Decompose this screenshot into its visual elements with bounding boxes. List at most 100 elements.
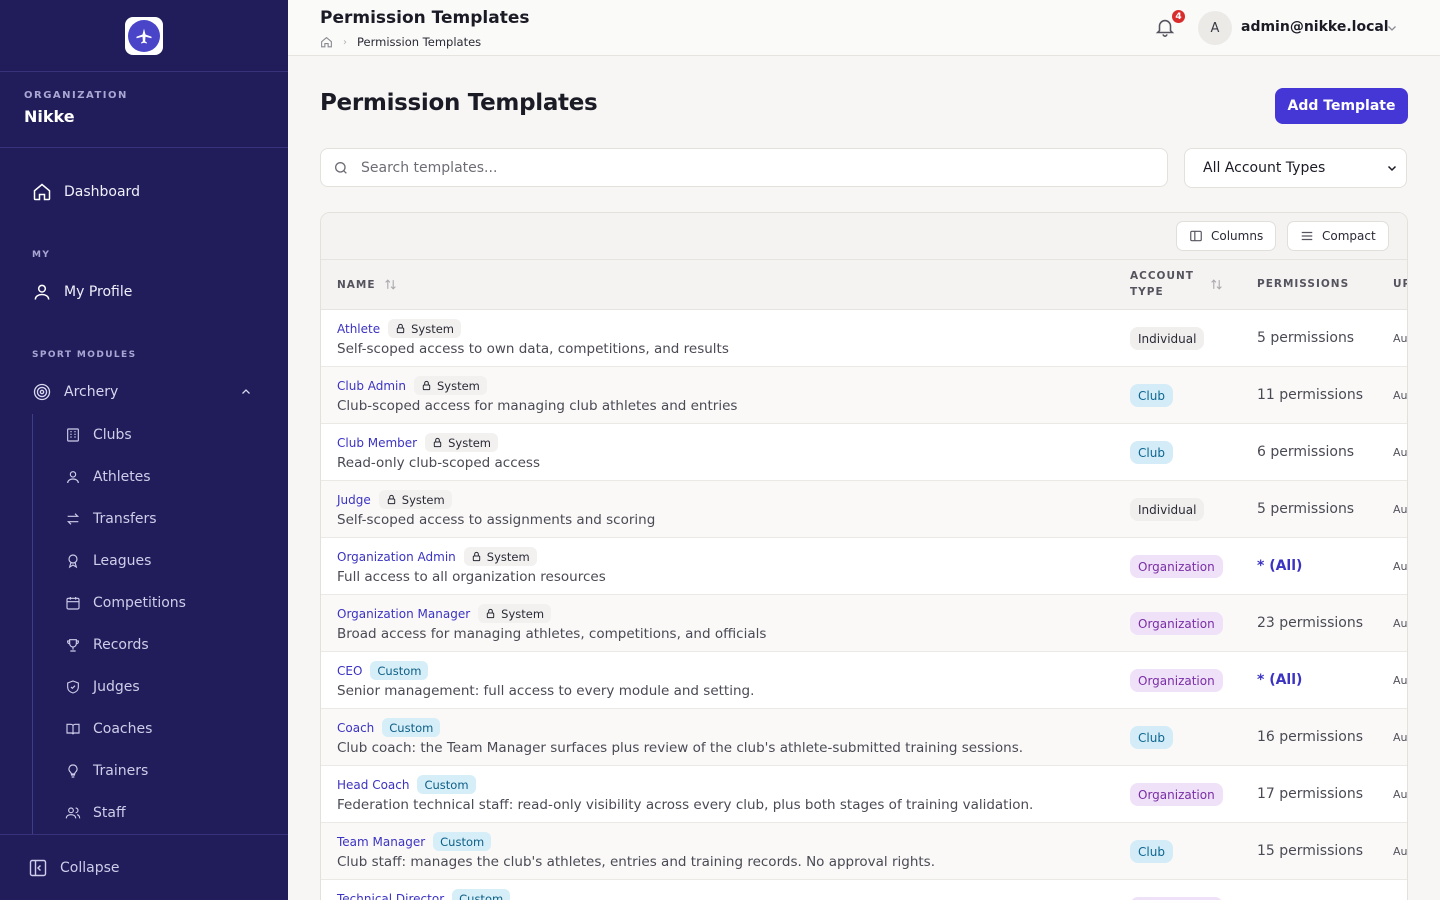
table-row[interactable]: Club Member System Read-only club-scoped a… bbox=[321, 424, 1407, 481]
search-input[interactable] bbox=[361, 159, 1061, 176]
template-name-link[interactable]: Technical Director bbox=[337, 892, 444, 900]
transfer-arrows-icon bbox=[65, 511, 81, 527]
template-name-link[interactable]: Club Member bbox=[337, 436, 417, 450]
sidebar-item-label: Competitions bbox=[93, 595, 186, 611]
sidebar-item-dashboard[interactable]: Dashboard bbox=[0, 170, 288, 214]
template-name-link[interactable]: Athlete bbox=[337, 322, 380, 336]
template-name-link[interactable]: Team Manager bbox=[337, 835, 425, 849]
sidebar-item-label: Dashboard bbox=[64, 184, 140, 200]
updated-cell: Au bbox=[1393, 617, 1408, 630]
account-type-filter[interactable]: All Account Types bbox=[1184, 148, 1407, 188]
chevron-down-icon[interactable] bbox=[1386, 22, 1398, 34]
plane-icon bbox=[136, 28, 152, 43]
sidebar-item-label: Clubs bbox=[93, 427, 132, 443]
compact-button[interactable]: Compact bbox=[1287, 221, 1389, 251]
sidebar-item-my-profile[interactable]: My Profile bbox=[0, 270, 288, 314]
table-row[interactable]: Technical DirectorCustomOrganization bbox=[321, 880, 1407, 900]
column-header-name[interactable]: NAME bbox=[337, 278, 397, 291]
columns-label: Columns bbox=[1211, 229, 1264, 243]
sidebar-item-label: My Profile bbox=[64, 284, 133, 300]
collapse-sidebar-button[interactable]: Collapse bbox=[0, 834, 288, 900]
sidebar-item-coaches[interactable]: Coaches bbox=[33, 708, 288, 750]
sidebar-item-trainers[interactable]: Trainers bbox=[33, 750, 288, 792]
permissions-count: 16 permissions bbox=[1257, 729, 1364, 745]
add-template-button[interactable]: Add Template bbox=[1275, 88, 1408, 124]
sidebar-item-label: Athletes bbox=[93, 469, 151, 485]
updated-cell: Au bbox=[1393, 674, 1408, 687]
sidebar-item-archery[interactable]: Archery bbox=[0, 370, 288, 414]
table-row[interactable]: Judge System Self-scoped access to assignm… bbox=[321, 481, 1407, 538]
template-description: Self-scoped access to assignments and sc… bbox=[337, 512, 656, 528]
column-header-label: UP bbox=[1393, 278, 1407, 290]
template-name-link[interactable]: Head Coach bbox=[337, 778, 409, 792]
templates-table: Columns Compact NAME ACCOUNT TYPE PERMIS… bbox=[320, 212, 1408, 900]
column-header-account-type[interactable]: ACCOUNT TYPE bbox=[1130, 268, 1194, 300]
table-row[interactable]: Athlete System Self-scoped access to own d… bbox=[321, 310, 1407, 367]
compact-label: Compact bbox=[1322, 229, 1376, 243]
table-row[interactable]: Coach Custom Club coach: the Team Manager … bbox=[321, 709, 1407, 766]
template-kind-badge: Custom bbox=[452, 889, 511, 900]
permissions-count: * (All) bbox=[1257, 672, 1303, 688]
template-description: Full access to all organization resource… bbox=[337, 569, 606, 585]
breadcrumb: › Permission Templates bbox=[320, 35, 481, 49]
template-name-link[interactable]: Club Admin bbox=[337, 379, 406, 393]
breadcrumb-current: Permission Templates bbox=[357, 35, 482, 49]
column-header-label: ACCOUNT bbox=[1130, 270, 1194, 282]
template-name-link[interactable]: Coach bbox=[337, 721, 374, 735]
template-name-cell: Organization Admin System bbox=[337, 547, 537, 566]
table-row[interactable]: Team Manager Custom Club staff: manages th… bbox=[321, 823, 1407, 880]
template-kind-label: Custom bbox=[424, 777, 469, 792]
template-name-link[interactable]: Organization Admin bbox=[337, 550, 456, 564]
sidebar-item-leagues[interactable]: Leagues bbox=[33, 540, 288, 582]
search-icon bbox=[333, 160, 349, 176]
sidebar-item-athletes[interactable]: Athletes bbox=[33, 456, 288, 498]
sidebar-item-transfers[interactable]: Transfers bbox=[33, 498, 288, 540]
user-email[interactable]: admin@nikke.local bbox=[1241, 19, 1389, 35]
sidebar-item-staff[interactable]: Staff bbox=[33, 792, 288, 834]
template-kind-badge: System bbox=[414, 376, 487, 395]
column-header-updated[interactable]: UP bbox=[1393, 278, 1407, 290]
sidebar-item-label: Coaches bbox=[93, 721, 153, 737]
template-kind-badge: Custom bbox=[417, 775, 476, 794]
building-icon bbox=[65, 427, 81, 443]
template-name-cell: Club Admin System bbox=[337, 376, 487, 395]
table-row[interactable]: CEO Custom Senior management: full access … bbox=[321, 652, 1407, 709]
account-type-badge: Organization bbox=[1130, 669, 1223, 692]
sort-icon[interactable] bbox=[1210, 278, 1223, 291]
columns-button[interactable]: Columns bbox=[1176, 221, 1277, 251]
template-kind-label: Custom bbox=[377, 663, 422, 678]
app-logo[interactable] bbox=[125, 16, 163, 55]
template-name-cell: CEO Custom bbox=[337, 661, 429, 680]
home-icon[interactable] bbox=[320, 36, 333, 49]
organization-block: ORGANIZATION Nikke bbox=[0, 72, 288, 148]
template-kind-label: System bbox=[448, 435, 491, 450]
template-description: Senior management: full access to every … bbox=[337, 683, 755, 699]
topbar-title: Permission Templates bbox=[320, 8, 530, 28]
avatar[interactable]: A bbox=[1198, 11, 1232, 45]
table-row[interactable]: Organization Manager System Broad access f… bbox=[321, 595, 1407, 652]
award-icon bbox=[65, 553, 81, 569]
trophy-icon bbox=[65, 637, 81, 653]
user-icon bbox=[32, 282, 52, 302]
template-name-link[interactable]: CEO bbox=[337, 664, 362, 678]
column-header-permissions[interactable]: PERMISSIONS bbox=[1257, 278, 1349, 290]
template-description: Broad access for managing athletes, comp… bbox=[337, 626, 767, 642]
permissions-count: 6 permissions bbox=[1257, 444, 1355, 460]
sidebar-item-label: Trainers bbox=[93, 763, 149, 779]
lock-icon bbox=[386, 494, 402, 505]
target-icon bbox=[32, 382, 52, 402]
table-row[interactable]: Organization Admin System Full access to a… bbox=[321, 538, 1407, 595]
template-name-link[interactable]: Judge bbox=[337, 493, 371, 507]
notification-badge: 4 bbox=[1170, 8, 1187, 25]
sidebar-item-label: Records bbox=[93, 637, 149, 653]
template-name-link[interactable]: Organization Manager bbox=[337, 607, 470, 621]
account-type-badge: Club bbox=[1130, 726, 1173, 749]
sidebar-item-judges[interactable]: Judges bbox=[33, 666, 288, 708]
table-row[interactable]: Club Admin System Club-scoped access for m… bbox=[321, 367, 1407, 424]
table-row[interactable]: Head Coach Custom Federation technical sta… bbox=[321, 766, 1407, 823]
sidebar-item-clubs[interactable]: Clubs bbox=[33, 414, 288, 456]
sidebar-item-competitions[interactable]: Competitions bbox=[33, 582, 288, 624]
updated-cell: Au bbox=[1393, 389, 1408, 402]
sidebar-item-records[interactable]: Records bbox=[33, 624, 288, 666]
sidebar-collapse-icon bbox=[28, 858, 48, 878]
